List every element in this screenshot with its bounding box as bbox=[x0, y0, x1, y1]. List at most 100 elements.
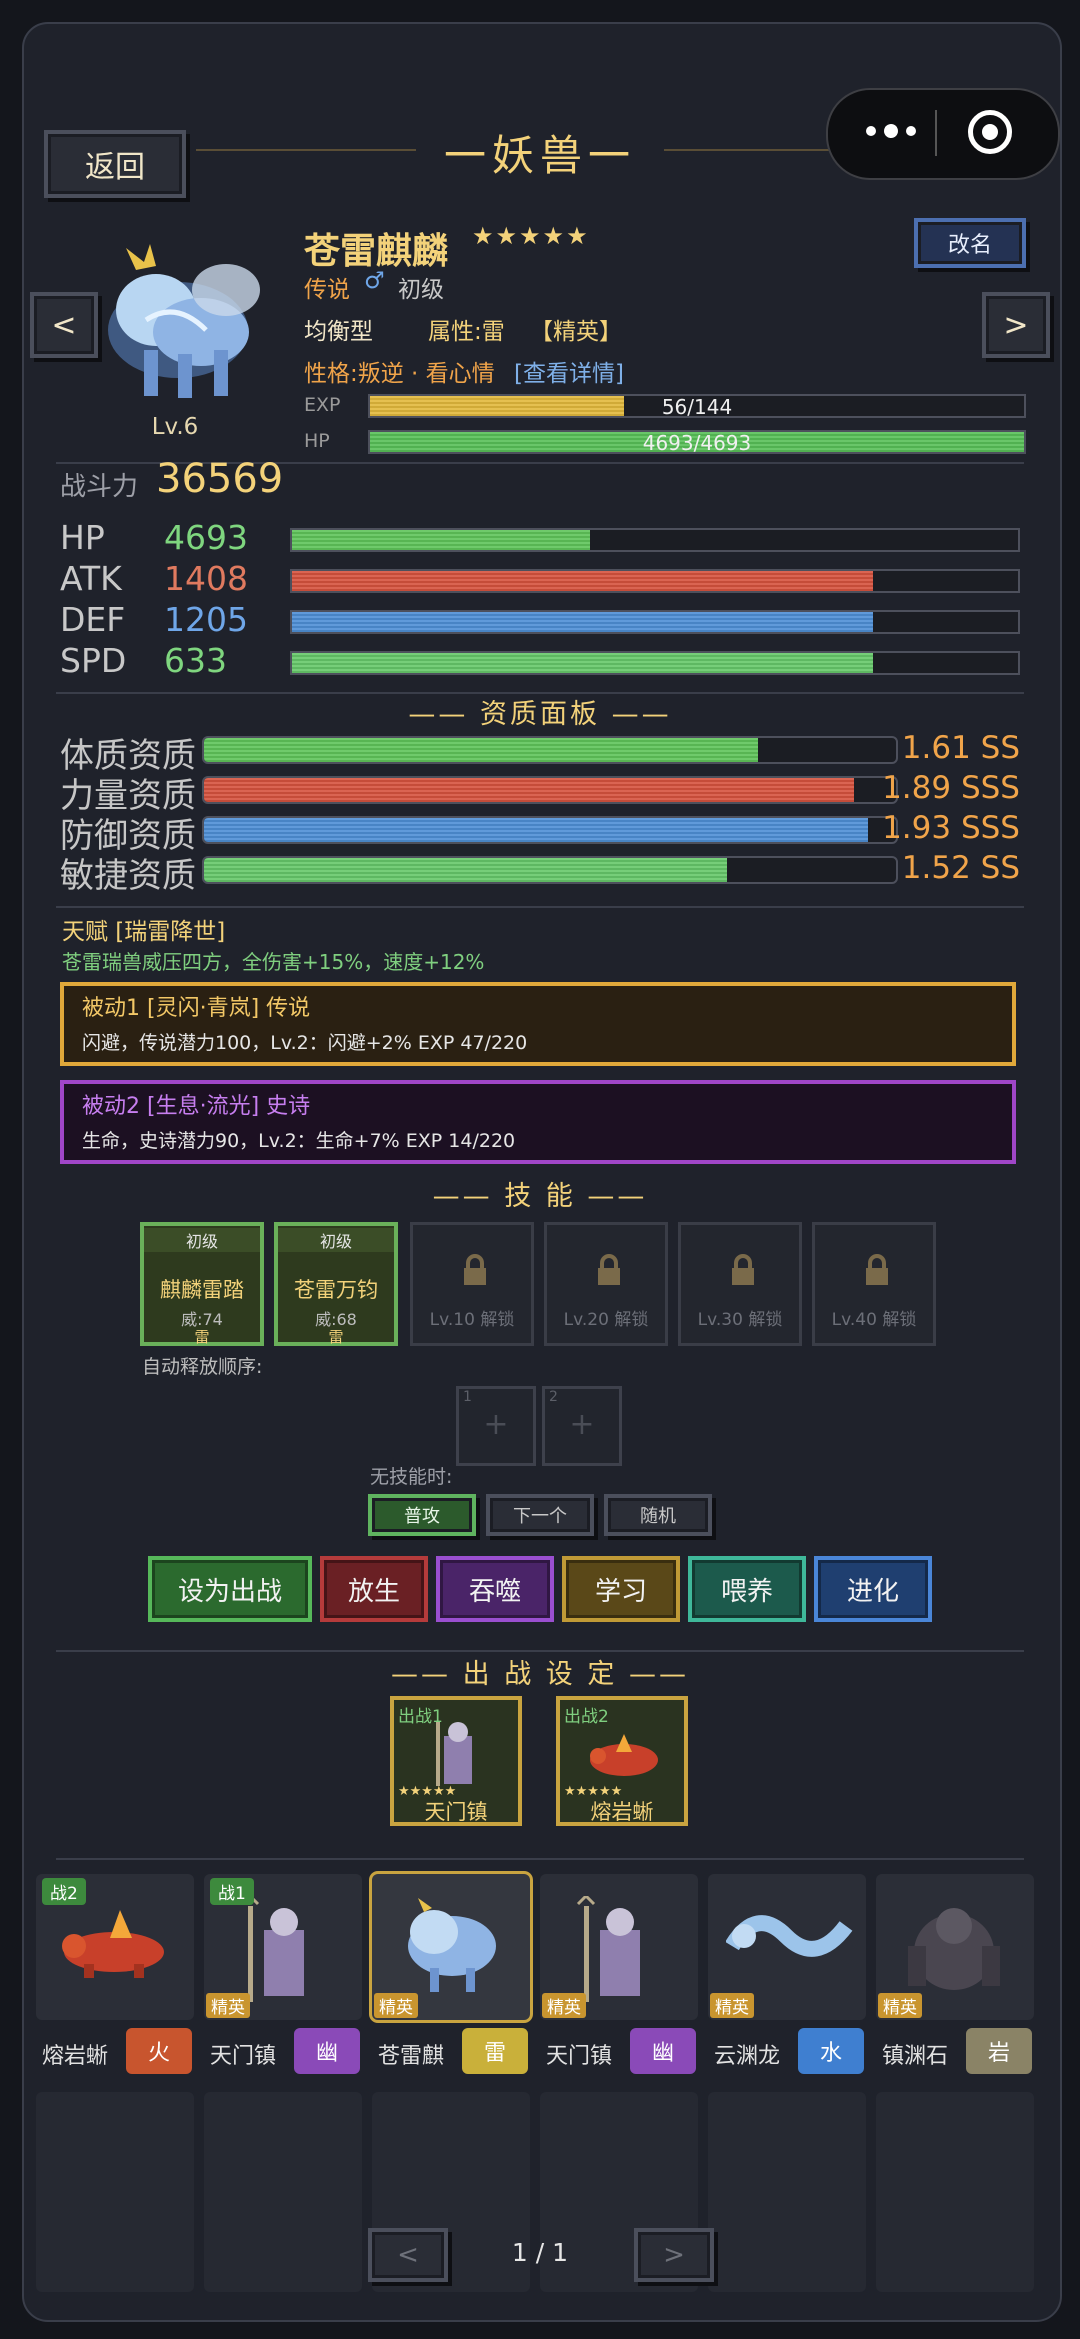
aptitude-bar bbox=[202, 736, 898, 764]
locked-skill-slot[interactable]: Lv.40 解锁 bbox=[812, 1222, 936, 1346]
hp-text: 4693/4693 bbox=[642, 431, 752, 455]
element-badge: 幽 bbox=[294, 2028, 360, 2074]
roster-card-5[interactable]: 精英 bbox=[876, 1874, 1034, 2020]
skill-2-element: 雷 bbox=[328, 1328, 344, 1346]
roster-name: 云渊龙 bbox=[714, 2044, 781, 2069]
skill-1-name: 麒麟雷踏 bbox=[160, 1278, 244, 1302]
element-badge: 幽 bbox=[630, 2028, 696, 2074]
pet-attribute: 属性:雷 bbox=[428, 319, 505, 345]
skill-2-tier: 初级 bbox=[278, 1228, 394, 1252]
no-skill-option-random[interactable]: 随机 bbox=[604, 1494, 712, 1536]
stat-label-atk: ATK bbox=[60, 559, 122, 598]
back-button[interactable]: 返回 bbox=[44, 130, 186, 198]
stat-value-spd: 633 bbox=[164, 641, 227, 680]
roster-sprite bbox=[725, 1896, 856, 1980]
close-miniapp-icon[interactable] bbox=[968, 110, 1012, 154]
skill-slot-2[interactable]: 初级 苍雷万钧 威:68 雷 bbox=[274, 1222, 398, 1346]
stat-bar-fill bbox=[292, 612, 873, 632]
locked-skill-slot[interactable]: Lv.10 解锁 bbox=[410, 1222, 534, 1346]
hp-bar: 4693/4693 bbox=[368, 430, 1026, 455]
pager-page: 1 / 1 bbox=[511, 2238, 569, 2267]
action-button-3[interactable]: 学习 bbox=[562, 1556, 680, 1622]
skill-slot-1[interactable]: 初级 麒麟雷踏 威:74 雷 bbox=[140, 1222, 264, 1346]
next-pet-button[interactable]: > bbox=[982, 292, 1050, 358]
lock-icon bbox=[729, 1253, 757, 1287]
roster-card-0[interactable]: 战2 bbox=[36, 1874, 194, 2020]
stat-label-hp: HP bbox=[60, 518, 105, 557]
aptitude-bar-fill bbox=[204, 738, 758, 762]
aptitude-label: 敏捷资质 bbox=[60, 856, 196, 896]
stat-label-def: DEF bbox=[60, 600, 126, 639]
skill-2-name: 苍雷万钧 bbox=[294, 1278, 378, 1302]
aptitude-bar bbox=[202, 856, 898, 884]
auto-order-slot-2[interactable]: 2 + bbox=[542, 1386, 622, 1466]
action-button-4[interactable]: 喂养 bbox=[688, 1556, 806, 1622]
aptitude-value: 1.52 SS bbox=[901, 850, 1020, 886]
empty-roster-cell bbox=[708, 2092, 866, 2292]
pet-stage: 初级 bbox=[398, 277, 444, 303]
exp-bar: 56/144 bbox=[368, 394, 1026, 419]
roster-card-4[interactable]: 精英 bbox=[708, 1874, 866, 2020]
roster-card-1[interactable]: 战1 精英 bbox=[204, 1874, 362, 2020]
stat-bar-fill bbox=[292, 571, 873, 591]
pager-next-button[interactable]: > bbox=[634, 2228, 714, 2282]
personality-detail-link[interactable]: [查看详情] bbox=[514, 354, 624, 388]
roster-name: 天门镇 bbox=[210, 2044, 277, 2069]
roster-name: 天门镇 bbox=[546, 2044, 613, 2069]
locked-skill-slot[interactable]: Lv.30 解锁 bbox=[678, 1222, 802, 1346]
lock-label: Lv.10 解锁 bbox=[429, 1310, 515, 1330]
lock-icon bbox=[461, 1253, 489, 1287]
no-skill-option-attack[interactable]: 普攻 bbox=[368, 1494, 476, 1536]
passive-2[interactable]: 被动2 [生息·流光] 史诗 生命，史诗潜力90，Lv.2：生命+7% EXP … bbox=[60, 1080, 1016, 1164]
action-button-2[interactable]: 吞噬 bbox=[436, 1556, 554, 1622]
auto-order-slot-1[interactable]: 1 + bbox=[456, 1386, 536, 1466]
action-button-0[interactable]: 设为出战 bbox=[148, 1556, 312, 1622]
battle-slot-2-sprite bbox=[584, 1728, 664, 1784]
elite-badge: 精英 bbox=[542, 1993, 586, 2018]
pet-role: 均衡型 bbox=[304, 319, 373, 345]
battle-slot-2[interactable]: 出战2 ★★★★★ 熔岩蜥 bbox=[556, 1696, 688, 1826]
action-button-1[interactable]: 放生 bbox=[320, 1556, 428, 1622]
empty-roster-cell bbox=[36, 2092, 194, 2292]
hp-label: HP bbox=[304, 430, 330, 452]
battle-badge: 战1 bbox=[210, 1878, 254, 1905]
battle-slot-1[interactable]: 出战1 ★★★★★ 天门镇 bbox=[390, 1696, 522, 1826]
roster-sprite bbox=[390, 1896, 510, 2000]
capsule-divider bbox=[935, 110, 937, 156]
lock-label: Lv.20 解锁 bbox=[563, 1310, 649, 1330]
lock-icon bbox=[595, 1253, 623, 1287]
passive-1-title: 被动1 [灵闪·青岚] 传说 bbox=[82, 996, 311, 1021]
lock-icon bbox=[863, 1253, 891, 1287]
stat-bar-atk bbox=[290, 569, 1020, 593]
aptitude-bar-fill bbox=[204, 818, 869, 842]
combat-power-value: 36569 bbox=[156, 456, 284, 502]
battle-slot-1-name: 天门镇 bbox=[424, 1800, 488, 1824]
pager-prev-button[interactable]: < bbox=[368, 2228, 448, 2282]
passive-1[interactable]: 被动1 [灵闪·青岚] 传说 闪避，传说潜力100，Lv.2：闪避+2% EXP… bbox=[60, 982, 1016, 1066]
aptitude-bar-fill bbox=[204, 858, 728, 882]
more-icon[interactable] bbox=[856, 116, 926, 146]
roster-card-2[interactable]: 精英 bbox=[372, 1874, 530, 2020]
action-button-5[interactable]: 进化 bbox=[814, 1556, 932, 1622]
battle-title: —— 出 战 设 定 —— bbox=[391, 1659, 689, 1690]
roster-card-3[interactable]: 精英 bbox=[540, 1874, 698, 2020]
roster-name: 苍雷麒 bbox=[378, 2044, 445, 2069]
page-title: 一妖兽一 bbox=[443, 131, 636, 180]
plus-icon: + bbox=[483, 1407, 509, 1442]
passive-1-desc: 闪避，传说潜力100，Lv.2：闪避+2% EXP 47/220 bbox=[82, 1032, 528, 1054]
passive-2-title: 被动2 [生息·流光] 史诗 bbox=[82, 1094, 311, 1119]
rename-button[interactable]: 改名 bbox=[914, 218, 1026, 268]
pet-rarity: 传说 bbox=[304, 277, 350, 303]
aptitude-bar bbox=[202, 776, 898, 804]
plus-icon: + bbox=[569, 1407, 595, 1442]
pet-level: Lv.6 bbox=[151, 414, 199, 440]
lock-label: Lv.30 解锁 bbox=[697, 1310, 783, 1330]
no-skill-option-next[interactable]: 下一个 bbox=[486, 1494, 594, 1536]
pet-name: 苍雷麒麟 bbox=[304, 231, 449, 272]
element-badge: 水 bbox=[798, 2028, 864, 2074]
locked-skill-slot[interactable]: Lv.20 解锁 bbox=[544, 1222, 668, 1346]
stat-bar-fill bbox=[292, 530, 590, 550]
talent-title: 天赋 [瑞雷降世] bbox=[62, 919, 226, 945]
stat-label-spd: SPD bbox=[60, 641, 127, 680]
aptitude-value: 1.61 SS bbox=[901, 730, 1020, 766]
